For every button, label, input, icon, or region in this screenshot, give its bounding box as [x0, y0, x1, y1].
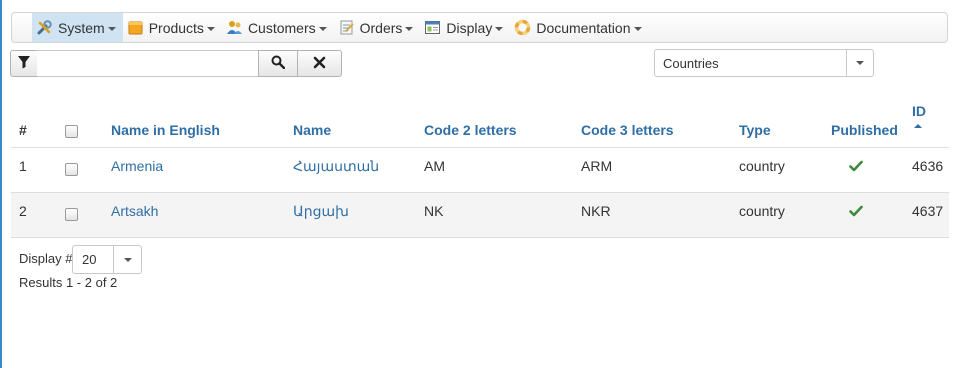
search-input[interactable]: [37, 50, 259, 77]
select-all-checkbox[interactable]: [65, 125, 78, 138]
row-checkbox[interactable]: [65, 208, 78, 221]
list-limit-select[interactable]: 20: [72, 245, 142, 274]
country-name-link[interactable]: Արցախ: [293, 203, 349, 220]
table-header: # Name in English Name Code 2 letters Co…: [11, 96, 949, 148]
column-header-type[interactable]: Type: [739, 122, 771, 138]
list-type-select-value: Countries: [663, 55, 719, 71]
country-code-2: AM: [424, 158, 445, 174]
menu-orders-label: Orders: [359, 19, 403, 36]
chevron-down-icon: [206, 26, 215, 31]
list-type-select[interactable]: Countries: [654, 49, 874, 77]
published-check-icon[interactable]: [849, 159, 863, 176]
users-icon: [226, 19, 243, 36]
main-menu-bar: System Products Customers Orders Display…: [11, 12, 948, 43]
menu-customers[interactable]: Customers: [222, 13, 334, 42]
country-id: 4637: [912, 203, 944, 219]
menu-products[interactable]: Products: [123, 13, 222, 42]
close-icon: [313, 56, 326, 72]
country-id: 4636: [912, 158, 944, 174]
country-name-english-link[interactable]: Artsakh: [111, 203, 158, 219]
filter-icon: [17, 55, 31, 72]
filter-options-button[interactable]: [10, 50, 38, 77]
menu-products-label: Products: [148, 19, 204, 36]
column-header-code-2[interactable]: Code 2 letters: [424, 122, 517, 138]
menu-orders[interactable]: Orders: [334, 13, 421, 42]
column-header-code-3[interactable]: Code 3 letters: [581, 122, 674, 138]
chevron-down-icon: [318, 26, 327, 31]
row-checkbox[interactable]: [65, 163, 78, 176]
column-header-id-label: ID: [912, 103, 926, 119]
left-accent-border: [0, 0, 2, 368]
list-limit-value: 20: [82, 252, 97, 267]
country-code-3: NKR: [581, 203, 611, 219]
country-type: country: [739, 203, 785, 219]
chevron-down-icon: [113, 246, 141, 273]
country-code-3: ARM: [581, 158, 613, 174]
column-header-name-english[interactable]: Name in English: [111, 122, 220, 138]
chevron-down-icon: [405, 26, 414, 31]
country-name-english-link[interactable]: Armenia: [111, 158, 163, 174]
search-button[interactable]: [258, 50, 298, 77]
country-name-link[interactable]: Հայաստան: [293, 158, 379, 175]
menu-customers-label: Customers: [247, 19, 316, 36]
country-code-2: NK: [424, 203, 444, 219]
display-icon: [424, 19, 441, 36]
lifebuoy-icon: [514, 19, 531, 36]
row-number: 2: [19, 203, 27, 219]
orders-icon: [338, 19, 355, 36]
menu-display-label: Display: [446, 19, 493, 36]
column-header-published[interactable]: Published: [831, 122, 898, 138]
display-number-label: Display #: [19, 251, 73, 266]
menu-documentation[interactable]: Documentation: [510, 13, 648, 42]
column-header-name[interactable]: Name: [293, 122, 331, 138]
table-row: 1 Armenia Հայաստան AM ARM country 4636: [11, 148, 949, 193]
published-check-icon[interactable]: [849, 204, 863, 221]
box-icon: [127, 19, 144, 36]
row-number: 1: [19, 158, 27, 174]
chevron-down-icon: [846, 50, 873, 76]
clear-search-button[interactable]: [297, 50, 342, 77]
chevron-down-icon: [495, 26, 504, 31]
menu-display[interactable]: Display: [420, 13, 510, 42]
menu-documentation-label: Documentation: [536, 19, 631, 36]
sort-ascending-icon: [914, 124, 922, 128]
table-row: 2 Artsakh Արցախ NK NKR country 4637: [11, 193, 949, 238]
countries-table: # Name in English Name Code 2 letters Co…: [11, 96, 949, 238]
search-icon: [271, 55, 286, 72]
chevron-down-icon: [107, 26, 116, 31]
tools-icon: [36, 19, 53, 36]
column-header-number: #: [19, 122, 27, 138]
chevron-down-icon: [633, 26, 642, 31]
menu-system[interactable]: System: [32, 13, 123, 42]
results-counter: Results 1 - 2 of 2: [19, 275, 118, 290]
column-header-id[interactable]: ID: [912, 103, 926, 128]
menu-system-label: System: [58, 19, 105, 36]
country-type: country: [739, 158, 785, 174]
